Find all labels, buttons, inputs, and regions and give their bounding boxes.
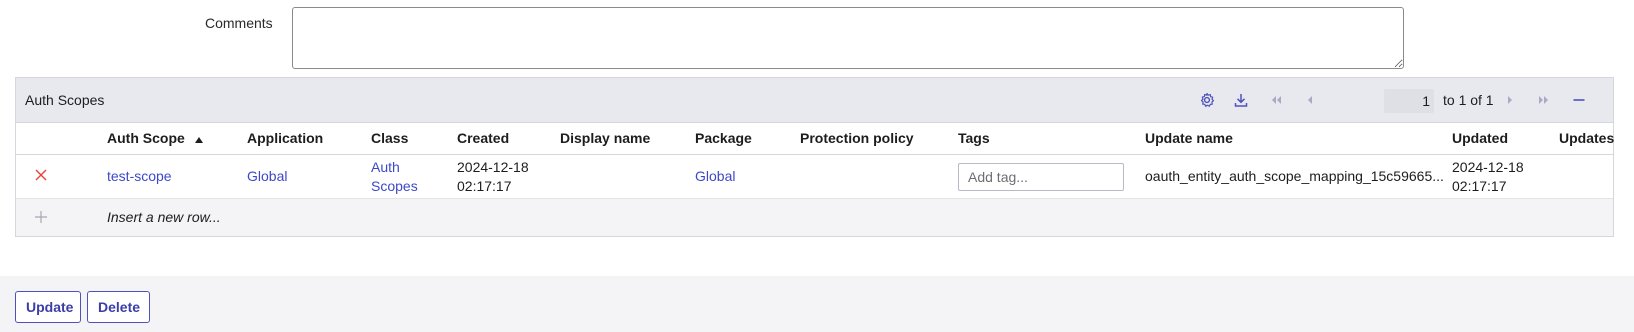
close-icon[interactable] [34, 168, 48, 187]
related-list-auth-scopes: Auth Scopes to 1 of 1 Auth Scope [15, 77, 1614, 237]
form-footer: Update Delete [0, 276, 1634, 332]
related-list-header: Auth Scopes to 1 of 1 [16, 78, 1613, 123]
cell-application-link[interactable]: Global [247, 167, 287, 186]
chevron-right-icon[interactable] [1499, 89, 1521, 111]
sort-ascending-icon [194, 131, 204, 147]
column-header-application[interactable]: Application [247, 130, 323, 146]
cell-package-link[interactable]: Global [695, 167, 735, 186]
insert-row[interactable]: Insert a new row... [16, 199, 1613, 236]
chevron-left-icon[interactable] [1299, 89, 1321, 111]
comments-label: Comments [205, 15, 273, 31]
page-range-text: to 1 of 1 [1443, 92, 1494, 108]
cell-updated-time: 02:17:17 [1452, 178, 1507, 194]
add-tag-input[interactable] [958, 163, 1124, 191]
column-header-updated[interactable]: Updated [1452, 130, 1508, 146]
column-header-updates[interactable]: Updates [1559, 130, 1614, 146]
double-chevron-right-icon[interactable] [1533, 89, 1555, 111]
cell-created-date: 2024-12-18 [457, 159, 529, 175]
cell-class-line2: Scopes [371, 178, 418, 194]
related-list-title: Auth Scopes [25, 92, 105, 108]
cell-updated-date: 2024-12-18 [1452, 159, 1524, 175]
column-header-package[interactable]: Package [695, 130, 752, 146]
column-header-display-name[interactable]: Display name [560, 130, 650, 146]
cell-updated: 2024-12-18 02:17:17 [1452, 158, 1524, 196]
column-header-class[interactable]: Class [371, 130, 408, 146]
plus-icon[interactable] [34, 210, 48, 227]
minus-icon[interactable] [1568, 89, 1590, 111]
double-chevron-left-icon[interactable] [1265, 89, 1287, 111]
cell-auth-scope-link[interactable]: test-scope [107, 167, 172, 186]
page-number-input[interactable] [1384, 89, 1434, 113]
column-header-row: Auth Scope Application Class Created Dis… [16, 123, 1614, 155]
column-header-auth-scope[interactable]: Auth Scope [107, 130, 204, 147]
column-header-protection-policy[interactable]: Protection policy [800, 130, 914, 146]
cell-class-link[interactable]: Auth Scopes [371, 158, 418, 196]
cell-class-line1: Auth [371, 159, 400, 175]
column-header-update-name[interactable]: Update name [1145, 130, 1233, 146]
cell-created-time: 02:17:17 [457, 178, 512, 194]
cell-update-name: oauth_entity_auth_scope_mapping_15c59665… [1145, 168, 1444, 184]
download-icon[interactable] [1230, 89, 1252, 111]
cell-created: 2024-12-18 02:17:17 [457, 158, 529, 196]
column-header-created[interactable]: Created [457, 130, 509, 146]
column-header-tags[interactable]: Tags [958, 130, 990, 146]
insert-row-label[interactable]: Insert a new row... [107, 209, 221, 225]
comments-field[interactable] [292, 7, 1404, 69]
table-row: test-scope Global Auth Scopes 2024-12-18… [16, 155, 1613, 199]
update-button[interactable]: Update [15, 291, 81, 323]
delete-button[interactable]: Delete [87, 291, 150, 323]
gear-icon[interactable] [1196, 89, 1218, 111]
